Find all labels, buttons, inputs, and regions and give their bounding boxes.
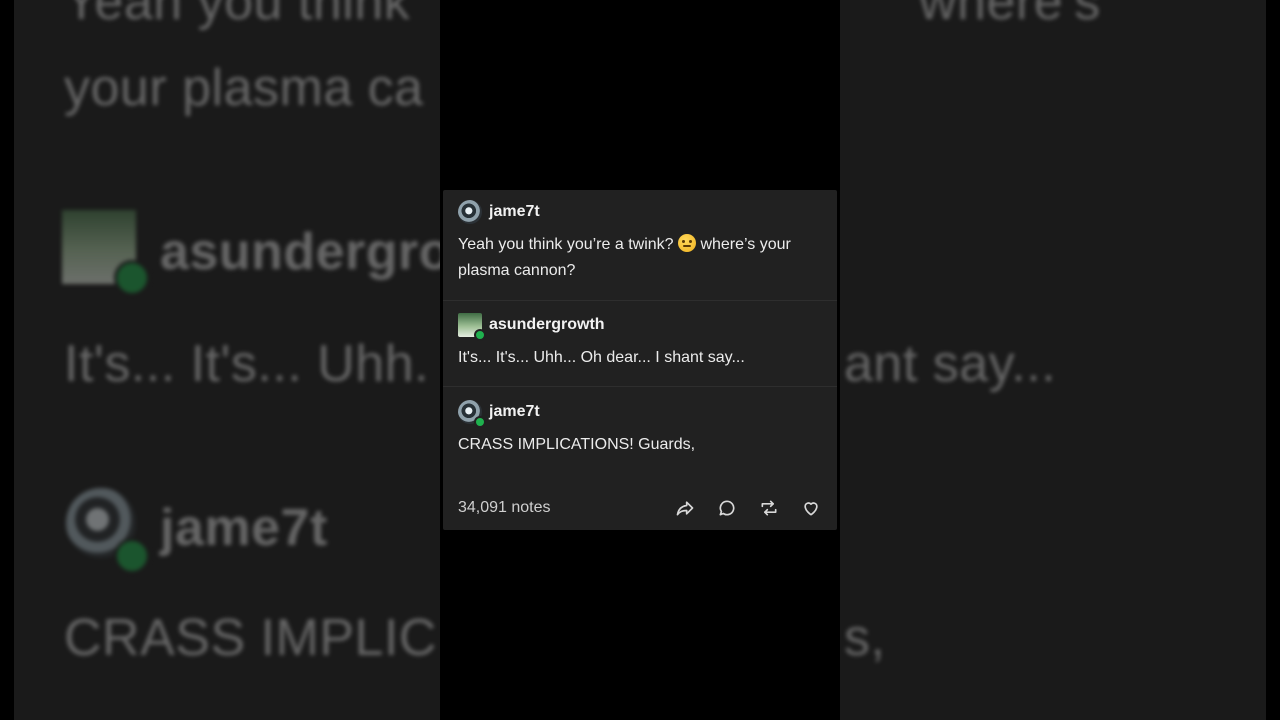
bg-username-2: jame7t: [160, 499, 328, 557]
bg-badge-2: [114, 538, 150, 574]
post-text-part1: Yeah you think you’re a twink?: [458, 236, 678, 253]
bg-text-line1: Yeah you think: [64, 0, 411, 31]
post-card: jame7t Yeah you think you’re a twink? wh…: [443, 190, 837, 530]
post-text: It's... It's... Uhh... Oh dear... I shan…: [458, 349, 745, 366]
online-badge-icon: [474, 329, 486, 341]
reblog-entry-1: jame7t Yeah you think you’re a twink? wh…: [458, 200, 822, 284]
bg-text-line4b: s,: [844, 609, 886, 667]
bg-badge: [114, 260, 150, 296]
avatar-jame7t[interactable]: [458, 400, 486, 428]
avatar-jame7t[interactable]: [458, 200, 482, 224]
username-link[interactable]: jame7t: [489, 203, 540, 221]
online-badge-icon: [474, 416, 486, 428]
bg-text-line4: CRASS IMPLIC: [64, 609, 437, 667]
entry-divider: [443, 386, 837, 387]
notes-count[interactable]: 34,091 notes: [458, 499, 551, 517]
post-text: Yeah you think you’re a twink? where’s y…: [458, 232, 822, 284]
bg-username-1: asundergro: [160, 223, 452, 281]
raised-eyebrow-emoji-icon: [678, 234, 696, 252]
bg-text-line1b: where’s: [919, 0, 1101, 31]
reply-icon[interactable]: [716, 497, 738, 519]
reblog-entry-2: asundergrowth It's... It's... Uhh... Oh …: [458, 313, 822, 371]
share-icon[interactable]: [674, 497, 696, 519]
username-link[interactable]: asundergrowth: [489, 316, 605, 334]
username-link[interactable]: jame7t: [489, 403, 540, 421]
reblog-entry-3: jame7t CRASS IMPLICATIONS! Guards,: [458, 400, 822, 458]
post-footer: 34,091 notes: [458, 495, 822, 521]
post-actions: [674, 497, 822, 519]
bg-text-line3: It's... It's... Uhh.: [64, 335, 430, 393]
bg-text-line2: your plasma ca: [64, 59, 424, 117]
reblog-icon[interactable]: [758, 497, 780, 519]
bg-text-line3b: ant say...: [844, 335, 1057, 393]
avatar-asundergrowth[interactable]: [458, 313, 486, 341]
entry-divider: [443, 300, 837, 301]
like-icon[interactable]: [800, 497, 822, 519]
post-text: CRASS IMPLICATIONS! Guards,: [458, 436, 696, 453]
